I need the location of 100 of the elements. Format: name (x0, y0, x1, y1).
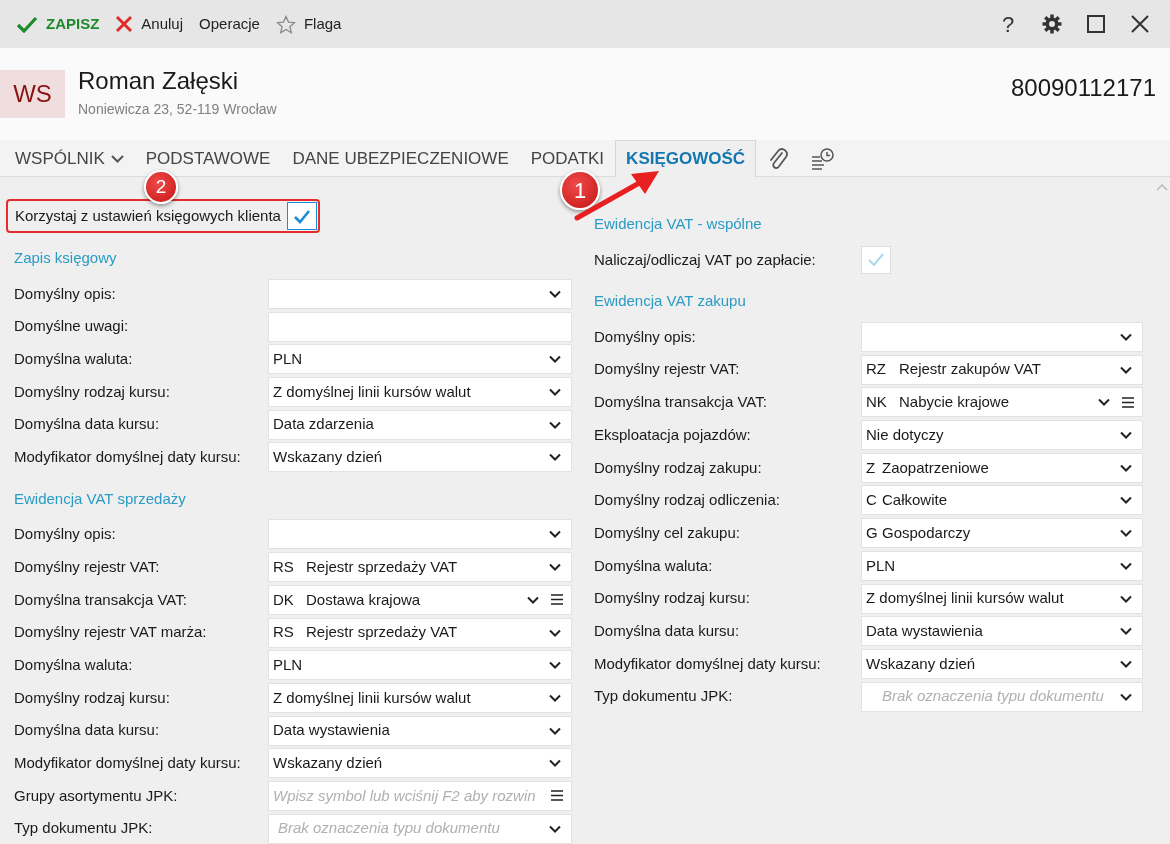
dropdown-field[interactable]: DK Dostawa krajowa (268, 584, 572, 615)
field-label: Domyślna data kursu: (594, 620, 740, 641)
field-label: Eksploatacja pojazdów: (594, 424, 751, 445)
field-label: Domyślny rodzaj zakupu: (594, 457, 762, 478)
star-icon (275, 14, 296, 34)
dropdown-field[interactable]: Nie dotyczy (861, 420, 1143, 451)
history-icon (811, 147, 836, 170)
chevron-down-icon (1120, 333, 1132, 342)
chevron-down-icon (1120, 692, 1132, 701)
chevron-down-icon (1120, 529, 1132, 538)
dropdown-field[interactable]: PLN (268, 344, 572, 375)
field-label: Naliczaj/odliczaj VAT po zapłacie: (594, 249, 816, 270)
field-label: Domyślna waluta: (14, 348, 133, 369)
help-button[interactable]: ? (986, 4, 1030, 44)
chevron-down-icon (549, 693, 561, 702)
dropdown-field[interactable]: Z domyślnej linii kursów walut (268, 376, 572, 407)
check-icon (292, 208, 311, 224)
field-label: Domyślna transakcja VAT: (14, 589, 187, 610)
field-label: Domyślna data kursu: (14, 720, 160, 741)
field-label: Domyślne uwagi: (14, 316, 129, 337)
field-label: Modyfikator domyślnej daty kursu: (14, 753, 241, 774)
chevron-down-icon (549, 453, 561, 462)
chevron-down-icon (110, 154, 124, 163)
list-icon (551, 594, 563, 606)
dropdown-field[interactable]: NK Nabycie krajowe (861, 387, 1143, 418)
tab[interactable]: DANE UBEZPIECZENIOWE (281, 140, 520, 176)
chevron-down-icon (1098, 398, 1110, 407)
person-name: Roman Załęski (78, 68, 240, 95)
chevron-down-icon (1120, 463, 1132, 472)
dropdown-field[interactable]: RS Rejestr sprzedaży VAT (268, 552, 572, 583)
field-label: Domyślny rejestr VAT: (594, 359, 740, 380)
dropdown-field[interactable]: Z Zaopatrzeniowe (861, 452, 1143, 483)
dropdown-field[interactable]: Data wystawienia (861, 616, 1143, 647)
dropdown-field[interactable]: Wskazany dzień (268, 442, 572, 473)
field-label: Domyślny rodzaj odliczenia: (594, 490, 780, 511)
field-label: Modyfikator domyślnej daty kursu: (14, 447, 241, 468)
dropdown-field[interactable]: Data wystawienia (268, 715, 572, 746)
field-label: Typ dokumentu JPK: (14, 818, 153, 839)
field-label: Domyślna waluta: (14, 654, 133, 675)
chevron-down-icon (549, 289, 561, 298)
chevron-down-icon (1120, 594, 1132, 603)
chevron-down-icon (549, 387, 561, 396)
chevron-down-icon (549, 355, 561, 364)
field-label: Domyślna waluta: (594, 555, 713, 576)
dropdown-field[interactable]: C Całkowite (861, 485, 1143, 516)
dropdown-field[interactable]: PLN (861, 550, 1143, 581)
dropdown-field[interactable]: RZ Rejestr zakupów VAT (861, 354, 1143, 385)
close-icon (1131, 15, 1149, 33)
setting-label: Korzystaj z ustawień księgowych klienta (14, 205, 282, 226)
chevron-down-icon (549, 824, 561, 833)
chevron-down-icon (1120, 365, 1132, 374)
check-icon (16, 15, 38, 33)
scroll-up-icon (1156, 184, 1168, 191)
maximize-icon (1087, 15, 1105, 33)
tab[interactable]: WSPÓLNIK (4, 140, 135, 176)
field-label: Domyślny rodzaj kursu: (14, 381, 170, 402)
dropdown-field[interactable] (268, 519, 572, 550)
field-label: Domyślny cel zakupu: (594, 522, 740, 543)
dropdown-field[interactable]: Z domyślnej linii kursów walut (861, 583, 1143, 614)
dropdown-field[interactable]: Wskazany dzień (861, 648, 1143, 679)
field-label: Modyfikator domyślnej daty kursu: (594, 653, 821, 674)
tab[interactable]: KSIĘGOWOŚĆ (615, 140, 757, 177)
chevron-down-icon (1120, 561, 1132, 570)
chevron-down-icon (527, 595, 539, 604)
field-label: Grupy asortymentu JPK: (14, 785, 178, 806)
cancel-button[interactable]: Anuluj (107, 12, 192, 36)
section-title: Ewidencja VAT zakupu (594, 291, 747, 312)
checkbox[interactable] (286, 202, 317, 230)
address-text: Noniewicza 23, 52-119 Wrocław (78, 99, 277, 119)
field-label: Domyślna data kursu: (14, 414, 160, 435)
section-title: Zapis księgowy (14, 248, 118, 268)
dropdown-field[interactable]: Wskazany dzień (268, 748, 572, 779)
dropdown-field[interactable] (861, 322, 1143, 353)
field-label: Domyślna transakcja VAT: (594, 392, 767, 413)
gear-icon (1042, 14, 1062, 34)
save-button[interactable]: ZAPISZ (8, 12, 108, 36)
dropdown-field[interactable] (268, 278, 572, 309)
section-title: Ewidencja VAT - wspólne (594, 214, 763, 234)
list-icon (1122, 396, 1134, 408)
chevron-down-icon (549, 628, 561, 637)
field-label: Domyślny rodzaj kursu: (14, 687, 170, 708)
field-label: Domyślny opis: (14, 524, 116, 545)
chevron-down-icon (549, 563, 561, 572)
chevron-down-icon (1120, 659, 1132, 668)
chevron-down-icon (1120, 627, 1132, 636)
check-icon (867, 252, 885, 268)
chevron-down-icon (1120, 431, 1132, 440)
input-field[interactable] (268, 311, 572, 342)
chevron-down-icon (549, 759, 561, 768)
dropdown-field[interactable]: RS Rejestr sprzedaży VAT (268, 617, 572, 648)
section-title: Ewidencja VAT sprzedaży (14, 488, 187, 509)
dropdown-field[interactable]: PLN (268, 650, 572, 681)
flag-button[interactable]: Flaga (267, 12, 350, 36)
dropdown-field[interactable]: G Gospodarczy (861, 518, 1143, 549)
chevron-down-icon (549, 420, 561, 429)
plain-button[interactable]: Operacje (191, 12, 268, 36)
dropdown-field[interactable]: Z domyślnej linii kursów walut (268, 682, 572, 713)
field-label: Domyślny rejestr VAT marża: (14, 622, 207, 643)
dropdown-field[interactable]: Data zdarzenia (268, 409, 572, 440)
field-label: Domyślny rodzaj kursu: (594, 588, 750, 609)
